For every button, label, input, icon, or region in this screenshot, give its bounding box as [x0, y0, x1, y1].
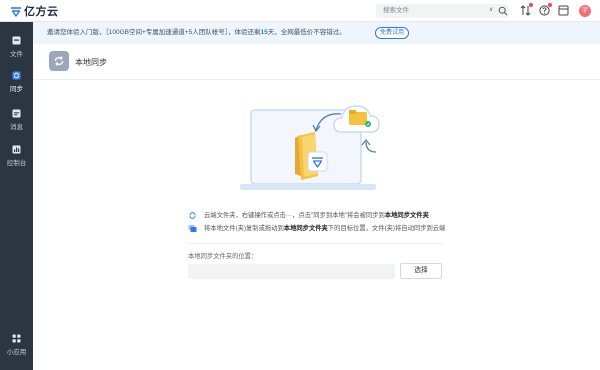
sidebar-item-messages[interactable]: 消息	[0, 109, 33, 137]
sync-icon	[12, 71, 21, 80]
free-trial-button[interactable]: 免费试用	[375, 27, 409, 39]
notification-dot	[529, 3, 533, 7]
logo-icon	[11, 7, 21, 17]
instruction-steps: 云端文件夹，右键操作或点击···，点击"同步到本地"将会被同步到本地同步文件夹 …	[188, 209, 448, 235]
message-icon	[12, 109, 21, 118]
notification-dot	[548, 3, 552, 7]
sync-folder-icon	[49, 51, 69, 71]
trial-days-remaining: 15	[260, 29, 268, 36]
choose-button[interactable]: 选择	[400, 263, 442, 279]
search-icon[interactable]	[498, 6, 508, 16]
transfer-icon[interactable]	[520, 3, 533, 16]
sidebar-item-label: 控制台	[6, 160, 27, 167]
notice-text: 邀请您体验入门版，［100GB空间+专属加速通道+5人团队帐号］，体验还剩15天…	[47, 28, 346, 38]
step-highlight: 本地同步文件夹	[384, 212, 429, 219]
app-name: 亿方云	[24, 6, 59, 18]
window-icon[interactable]	[558, 5, 569, 16]
sidebar-item-sync[interactable]: 同步	[0, 71, 33, 99]
step-text: 下的目标位置，文件(夹)将自动同步到云端	[327, 225, 446, 232]
step-text: 云端文件夹，右键操作或点击	[204, 212, 286, 219]
console-icon	[12, 145, 21, 154]
trial-notice-banner: 邀请您体验入门版，［100GB空间+专属加速通道+5人团队帐号］，体验还剩15天…	[33, 22, 600, 44]
help-icon[interactable]	[539, 3, 552, 16]
page-title: 本地同步	[75, 58, 107, 67]
step-highlight: 本地同步文件夹	[283, 225, 328, 232]
top-bar: 亿方云 搜索文件 ∨ 宇	[0, 0, 600, 22]
divider	[188, 243, 443, 244]
cloud-sync-icon	[189, 212, 196, 219]
sync-illustration	[240, 105, 380, 190]
location-input[interactable]	[188, 264, 395, 279]
avatar[interactable]: 宇	[579, 5, 591, 17]
notice-suffix: 天，全网最低价不容错过。	[267, 29, 346, 36]
step-cloud-to-local: 云端文件夹，右键操作或点击···，点击"同步到本地"将会被同步到本地同步文件夹	[188, 209, 448, 222]
step-text: ，点击"同步到本地"将会被同步到	[292, 212, 385, 219]
sidebar-item-label: 同步	[10, 86, 23, 93]
sidebar-item-label: 文件	[10, 51, 23, 58]
location-label: 本地同步文件夹的位置：	[188, 253, 258, 260]
step-text: 将本地文件(夹)复制或拖动到	[204, 225, 284, 232]
search-box[interactable]: 搜索文件 ∨	[376, 4, 509, 18]
apps-icon	[12, 334, 21, 343]
page-header: 本地同步	[33, 44, 600, 80]
search-input[interactable]: 搜索文件	[383, 6, 409, 16]
sidebar-item-files[interactable]: 文件	[0, 36, 33, 64]
sidebar-item-apps[interactable]: 小应用	[0, 334, 33, 362]
folder-copy-icon	[188, 225, 197, 232]
sidebar-item-label: 消息	[10, 124, 23, 131]
sidebar-item-console[interactable]: 控制台	[0, 145, 33, 173]
sidebar-item-label: 小应用	[6, 349, 27, 356]
sidebar: 文件 同步 消息 控制台 小应用	[0, 22, 33, 370]
app-logo[interactable]: 亿方云	[10, 4, 59, 18]
file-icon	[12, 36, 21, 45]
chevron-down-icon[interactable]: ∨	[489, 6, 493, 13]
step-local-to-cloud: 将本地文件(夹)复制或拖动到本地同步文件夹下的目标位置，文件(夹)将自动同步到云…	[188, 222, 448, 235]
notice-prefix: 邀请您体验入门版，［100GB空间+专属加速通道+5人团队帐号］，体验还剩	[47, 29, 261, 36]
